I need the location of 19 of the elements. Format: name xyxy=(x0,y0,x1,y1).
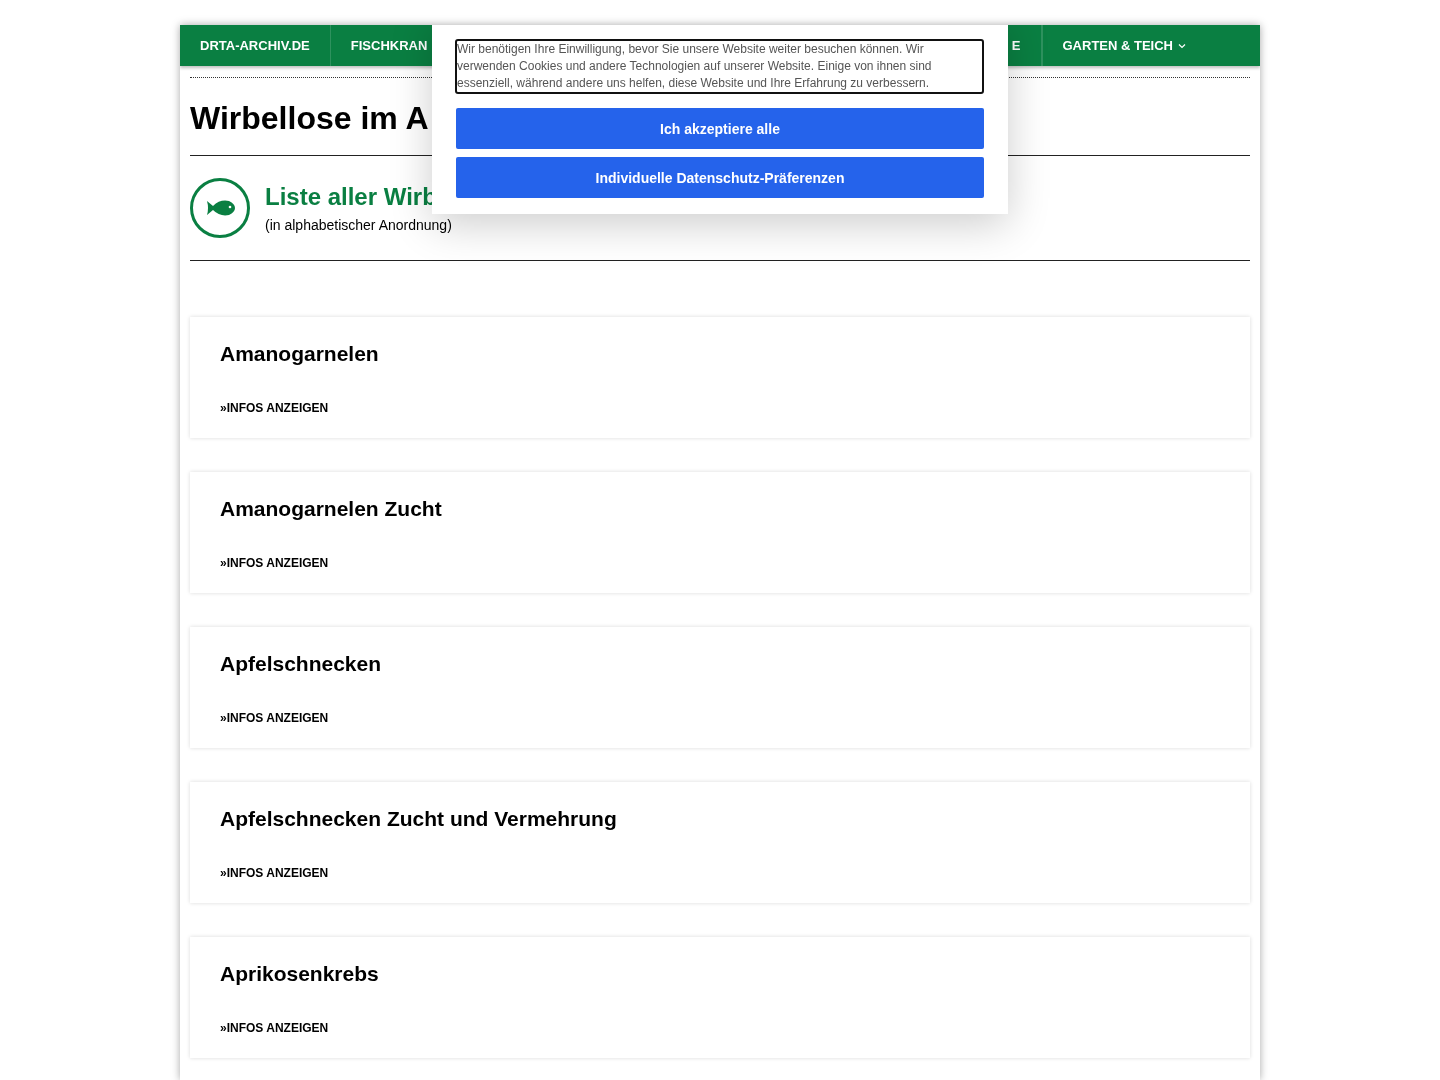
card-title: Aprikosenkrebs xyxy=(220,962,380,986)
consent-button[interactable]: Individuelle Datenschutz-Präferenzen xyxy=(456,157,984,198)
list-subtitle: (in alphabetischer Anordnung) xyxy=(265,217,452,233)
card-title: Amanogarnelen Zucht xyxy=(220,497,443,521)
card-title: Amanogarnelen xyxy=(220,342,380,366)
fish-icon xyxy=(190,178,250,238)
info-link[interactable]: »INFOS ANZEIGEN xyxy=(220,711,329,725)
card-title: Apfelschnecken xyxy=(220,652,383,676)
nav-link[interactable]: E xyxy=(1011,25,1042,66)
info-link[interactable]: »INFOS ANZEIGEN xyxy=(220,401,329,415)
card-title: Apfelschnecken Zucht und Vermehrung xyxy=(220,807,618,831)
consent-text: Wir benötigen Ihre Einwilligung, bevor Sie unsere Website weiter besuchen können. Wir verwenden Cookies und andere Technologien auf unserer Website. Einige von ihnen sind essenziell, während andere uns helfen, diese Website und Ihre Erfahrung zu verbessern. xyxy=(455,39,984,94)
info-link[interactable]: »INFOS ANZEIGEN xyxy=(220,556,329,570)
info-link[interactable]: »INFOS ANZEIGEN xyxy=(220,866,329,880)
info-link[interactable]: »INFOS ANZEIGEN xyxy=(220,1021,329,1035)
consent-button[interactable]: Ich akzeptiere alle xyxy=(456,108,984,149)
nav-link[interactable]: GARTEN & TEICH xyxy=(1041,25,1206,66)
page-title: Wirbellose im A xyxy=(190,100,429,136)
nav-link[interactable]: DRTA-ARCHIV.DE xyxy=(180,25,331,66)
